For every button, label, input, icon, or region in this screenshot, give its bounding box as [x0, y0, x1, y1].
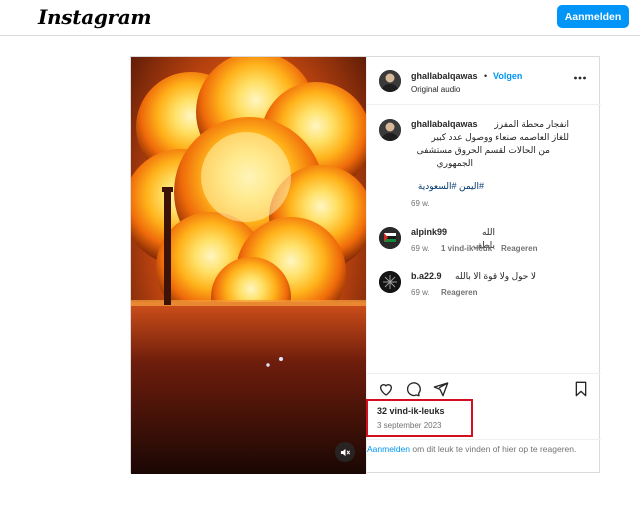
- caption-line-4: الجمهوري: [436, 158, 473, 168]
- caption-avatar[interactable]: [379, 119, 401, 141]
- highlight-box: [366, 399, 473, 437]
- follow-button[interactable]: Volgen: [493, 71, 522, 81]
- post-video[interactable]: [131, 57, 366, 474]
- author-username[interactable]: ghallabalqawas: [411, 71, 478, 81]
- caption-line-2: للغاز العاصمه صنعاء ووصول عدد كبير: [431, 132, 569, 142]
- separator-dot: •: [484, 71, 488, 81]
- login-link[interactable]: Aanmelden: [367, 444, 410, 454]
- comment-likes[interactable]: 1 vind-ik-leuk: [441, 244, 492, 253]
- post-card: ghallabalqawas • Volgen Original audio g…: [130, 56, 601, 474]
- login-prompt-text: om dit leuk te vinden of hier op te reag…: [410, 444, 577, 454]
- author-avatar[interactable]: [379, 70, 401, 92]
- heart-icon[interactable]: [378, 381, 394, 397]
- comment-avatar[interactable]: [379, 227, 401, 249]
- more-options-icon[interactable]: [573, 71, 587, 85]
- comment-icon[interactable]: [405, 381, 421, 397]
- top-bar: Instagram Aanmelden: [0, 0, 640, 36]
- mute-button[interactable]: [335, 442, 355, 462]
- post-header: ghallabalqawas • Volgen Original audio: [367, 57, 601, 105]
- explosion-video-frame: [131, 57, 366, 474]
- caption-hashtags[interactable]: #اليمن #السعودية: [411, 181, 484, 192]
- comment-reply-button[interactable]: Reageren: [501, 244, 537, 253]
- login-prompt: Aanmelden om dit leuk te vinden of hier …: [367, 439, 601, 473]
- caption-line-1: انفجار محطة المفرز: [494, 119, 569, 129]
- login-button[interactable]: Aanmelden: [557, 5, 629, 28]
- audio-label[interactable]: Original audio: [411, 85, 460, 94]
- caption-line-3: من الحالات لقسم الحروق مستشفى: [416, 145, 550, 155]
- comment-age[interactable]: 69 w.: [411, 288, 430, 297]
- caption-username[interactable]: ghallabalqawas: [411, 119, 478, 129]
- comment-reply-button[interactable]: Reageren: [441, 288, 477, 297]
- comment-username[interactable]: b.a22.9: [411, 271, 442, 281]
- mute-icon: [340, 448, 350, 456]
- comment-username[interactable]: alpink99: [411, 227, 447, 237]
- comment-age[interactable]: 69 w.: [411, 244, 430, 253]
- instagram-logo[interactable]: Instagram: [38, 5, 152, 29]
- bookmark-icon[interactable]: [573, 381, 589, 397]
- comment-avatar[interactable]: [379, 271, 401, 293]
- action-bar: [367, 373, 601, 399]
- comment-text: لا حول ولا قوة الا بالله: [455, 271, 536, 281]
- caption-age[interactable]: 69 w.: [411, 199, 430, 208]
- share-icon[interactable]: [433, 381, 449, 397]
